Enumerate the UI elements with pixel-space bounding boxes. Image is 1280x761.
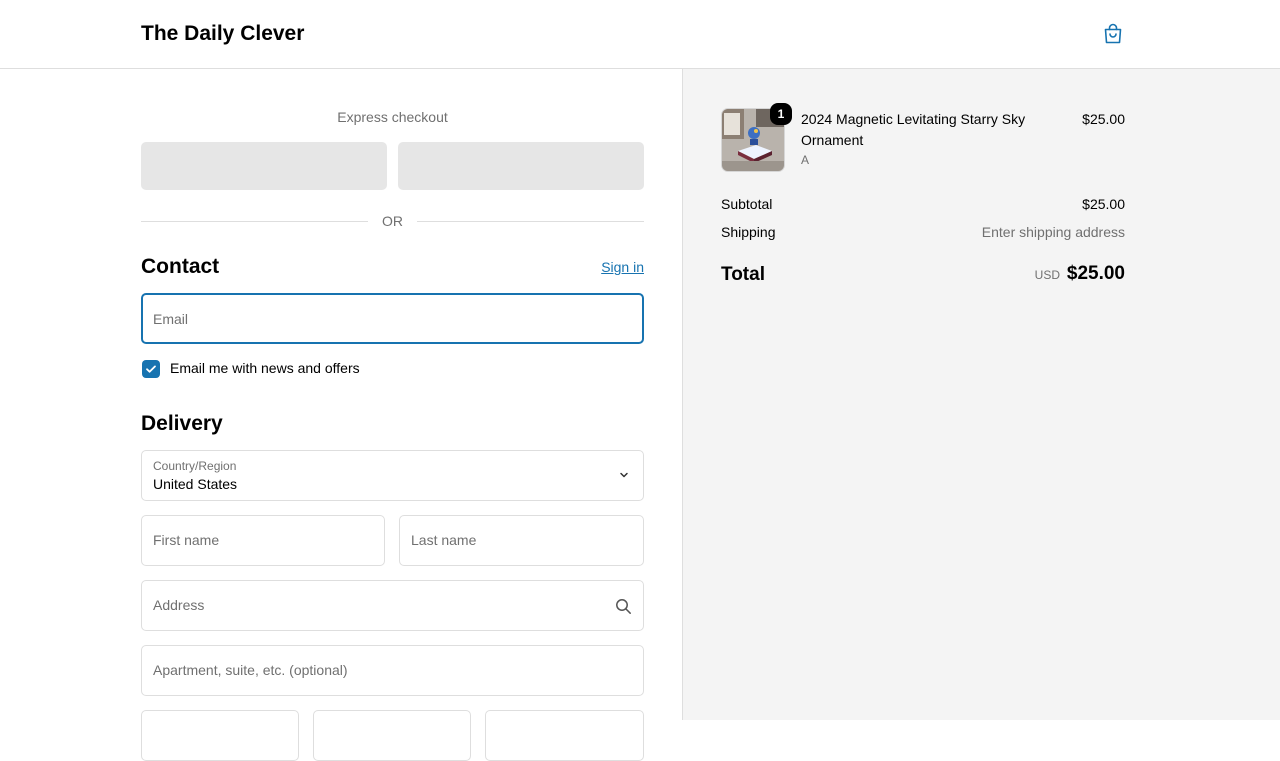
apartment-field[interactable]: Apartment, suite, etc. (optional) (141, 645, 644, 696)
state-select[interactable] (313, 710, 471, 761)
total-label: Total (721, 264, 765, 285)
product-price: $25.00 (1082, 111, 1125, 127)
express-pay-button-1[interactable] (141, 142, 387, 190)
store-logo-text[interactable]: The Daily Clever (141, 22, 304, 46)
shopping-bag-icon (1104, 23, 1122, 44)
total-value: $25.00 (1066, 263, 1125, 284)
search-icon (616, 599, 631, 614)
email-placeholder: Email (153, 311, 189, 327)
chevron-down-icon (620, 472, 628, 478)
first-name-placeholder: First name (153, 532, 220, 548)
newsletter-label: Email me with news and offers (170, 360, 360, 376)
express-pay-button-2[interactable] (398, 142, 644, 190)
first-name-field[interactable]: First name (141, 515, 385, 566)
quantity-badge: 1 (770, 103, 792, 125)
product-name: 2024 Magnetic Levitating Starry Sky Orna… (801, 111, 1026, 148)
country-select[interactable]: Country/Region United States (141, 450, 644, 501)
delivery-heading: Delivery (141, 412, 223, 435)
shipping-label: Shipping (721, 224, 776, 240)
or-divider: OR (141, 213, 644, 229)
cart-button[interactable] (1101, 22, 1125, 46)
country-value: United States (153, 476, 238, 492)
address-placeholder: Address (153, 597, 205, 613)
last-name-field[interactable]: Last name (399, 515, 644, 566)
checkmark-icon (146, 365, 156, 373)
newsletter-checkbox[interactable] (142, 360, 160, 378)
address-field[interactable]: Address (141, 580, 644, 631)
city-field[interactable] (141, 710, 299, 761)
last-name-placeholder: Last name (411, 532, 477, 548)
country-label: Country/Region (153, 459, 237, 473)
apartment-placeholder: Apartment, suite, etc. (optional) (153, 662, 348, 678)
shipping-value: Enter shipping address (981, 224, 1125, 240)
subtotal-value: $25.00 (1082, 196, 1125, 212)
divider-line-right (417, 221, 644, 222)
contact-heading: Contact (141, 255, 220, 278)
product-variant: A (801, 153, 810, 167)
site-header: The Daily Clever (0, 0, 1280, 69)
checkout-form-panel: Express checkout OR Contact Sign in Emai… (0, 69, 682, 761)
currency-code: USD (1034, 268, 1060, 282)
subtotal-label: Subtotal (721, 196, 773, 212)
express-checkout-title: Express checkout (337, 109, 448, 125)
email-field[interactable]: Email (141, 293, 644, 344)
zip-field[interactable] (485, 710, 644, 761)
sign-in-link[interactable]: Sign in (590, 259, 644, 275)
